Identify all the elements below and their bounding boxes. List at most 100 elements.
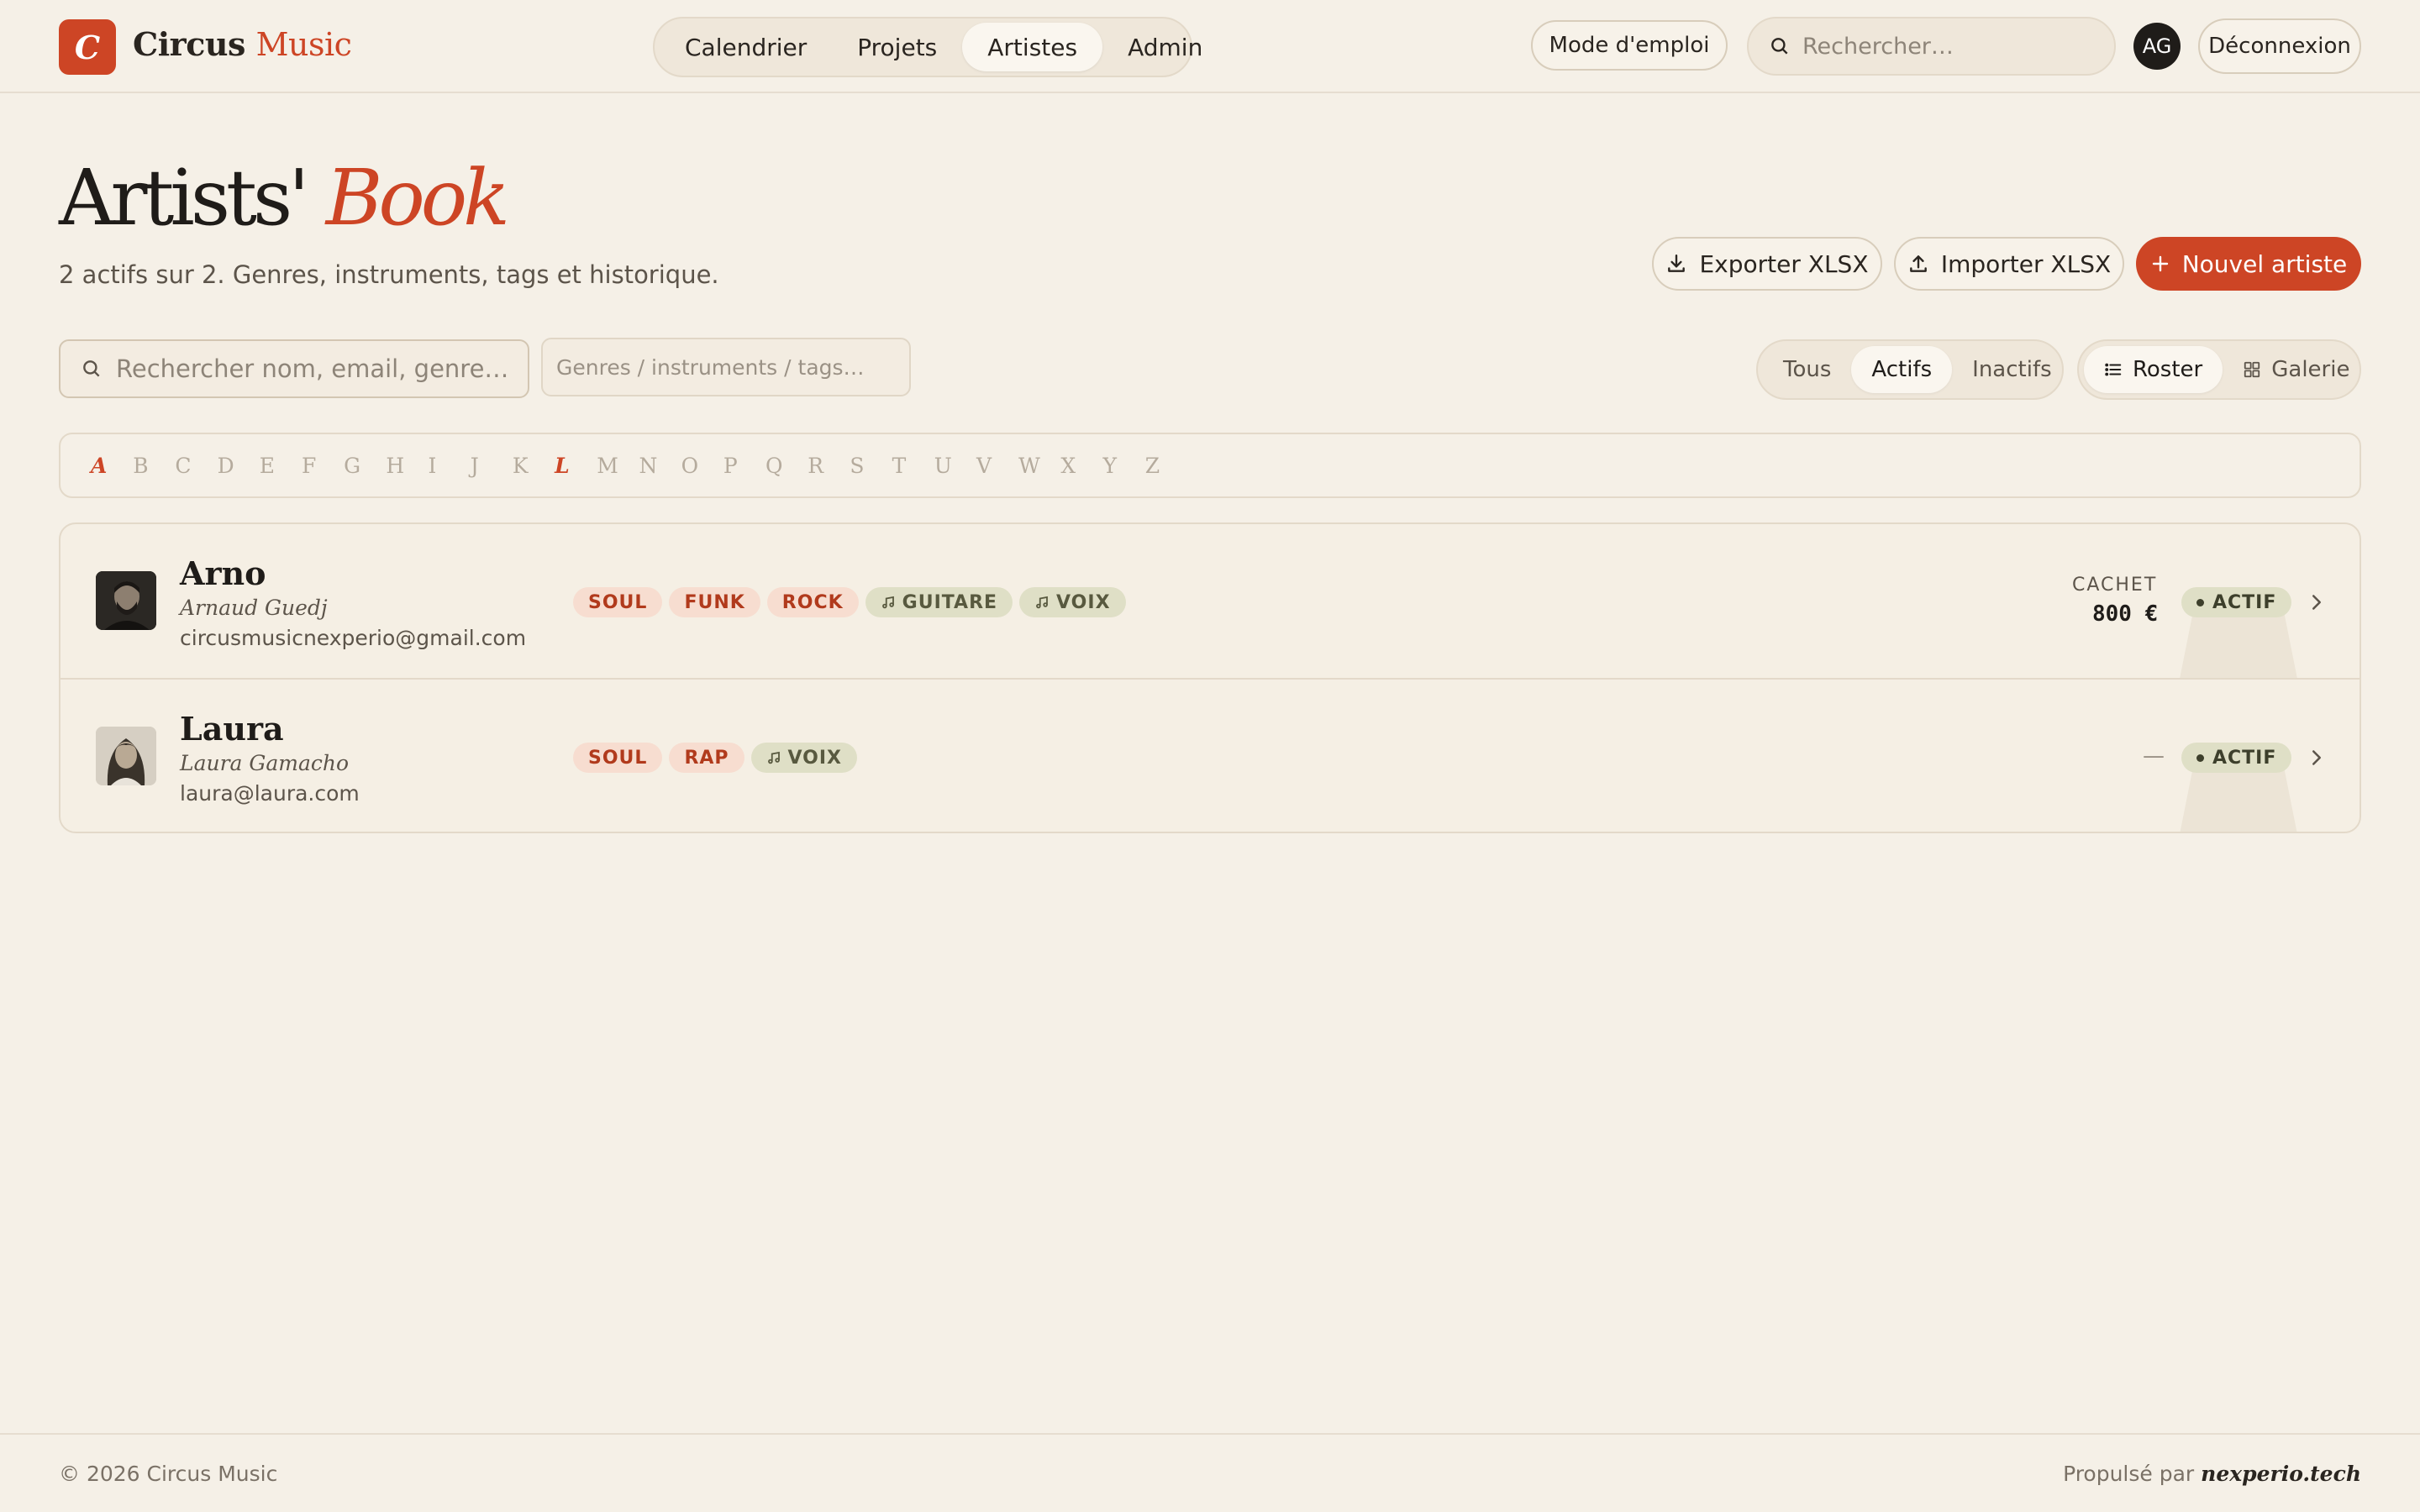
artist-row-laura[interactable]: Laura Laura Gamacho laura@laura.com SOUL… bbox=[60, 678, 2360, 832]
tags-filter-input[interactable] bbox=[556, 354, 901, 380]
plus-icon bbox=[2150, 254, 2170, 274]
genre-tag[interactable]: RAP bbox=[669, 743, 744, 773]
new-artist-label: Nouvel artiste bbox=[2181, 249, 2348, 278]
import-xlsx-button[interactable]: Importer XLSX bbox=[1894, 237, 2124, 291]
page-title-part1: Artists' bbox=[59, 153, 309, 243]
alphabet-letter-o[interactable]: O bbox=[681, 454, 723, 478]
status-badge-label: ACTIF bbox=[2212, 747, 2277, 769]
artist-name[interactable]: Laura bbox=[180, 710, 284, 748]
view-roster[interactable]: Roster bbox=[2084, 346, 2223, 393]
status-badge-label: ACTIF bbox=[2212, 591, 2277, 613]
list-icon bbox=[2104, 360, 2123, 379]
chevron-right-icon[interactable] bbox=[2304, 745, 2329, 770]
status-backdrop bbox=[2180, 608, 2297, 679]
alphabet-letter-g[interactable]: G bbox=[344, 454, 386, 478]
alphabet-letter-k[interactable]: K bbox=[513, 454, 555, 478]
nav-projets[interactable]: Projets bbox=[832, 23, 962, 71]
user-avatar[interactable]: AG bbox=[2133, 23, 2181, 70]
nav-admin[interactable]: Admin bbox=[1102, 23, 1228, 71]
export-xlsx-button[interactable]: Exporter XLSX bbox=[1652, 237, 1882, 291]
status-filter-actifs[interactable]: Actifs bbox=[1851, 346, 1953, 393]
search-icon bbox=[81, 358, 103, 380]
alphabet-letter-v[interactable]: V bbox=[976, 454, 1018, 478]
view-toggle: Roster Galerie bbox=[2077, 339, 2361, 400]
brand-logo[interactable]: C bbox=[59, 19, 116, 75]
upload-icon bbox=[1907, 253, 1929, 275]
download-icon bbox=[1665, 253, 1687, 275]
page-subtitle: 2 actifs sur 2. Genres, instruments, tag… bbox=[59, 260, 719, 289]
alphabet-letter-f[interactable]: F bbox=[302, 454, 344, 478]
alphabet-letter-a[interactable]: A bbox=[91, 454, 133, 478]
alphabet-letter-e[interactable]: E bbox=[260, 454, 302, 478]
alphabet-letter-l[interactable]: L bbox=[555, 454, 597, 478]
export-xlsx-label: Exporter XLSX bbox=[1699, 249, 1869, 278]
alphabet-index: ABCDEFGHIJKLMNOPQRSTUVWXYZ bbox=[59, 433, 2361, 498]
artist-email[interactable]: laura@laura.com bbox=[180, 781, 360, 806]
footer-powered: Propulsé par nexperio.tech bbox=[2063, 1462, 2361, 1486]
cachet-label: CACHET bbox=[2072, 575, 2158, 596]
status-filter-tous[interactable]: Tous bbox=[1763, 346, 1851, 393]
artist-real-name: Laura Gamacho bbox=[180, 751, 350, 775]
genre-tag[interactable]: SOUL bbox=[573, 743, 663, 773]
view-galerie[interactable]: Galerie bbox=[2223, 346, 2370, 393]
logout-button[interactable]: Déconnexion bbox=[2198, 18, 2361, 74]
instrument-tag[interactable]: VOIX bbox=[750, 743, 858, 773]
alphabet-letter-n[interactable]: N bbox=[639, 454, 681, 478]
alphabet-letter-x[interactable]: X bbox=[1060, 454, 1102, 478]
page-footer: © 2026 Circus Music Propulsé par nexperi… bbox=[0, 1433, 2420, 1512]
alphabet-letter-b[interactable]: B bbox=[133, 454, 175, 478]
help-button[interactable]: Mode d'emploi bbox=[1531, 20, 1728, 71]
artist-name[interactable]: Arno bbox=[180, 554, 266, 592]
alphabet-letter-d[interactable]: D bbox=[218, 454, 260, 478]
alphabet-letter-u[interactable]: U bbox=[934, 454, 976, 478]
alphabet-letter-r[interactable]: R bbox=[808, 454, 850, 478]
alphabet-letter-z[interactable]: Z bbox=[1145, 454, 1187, 478]
tags-filter[interactable] bbox=[541, 338, 911, 396]
music-note-icon bbox=[1034, 595, 1050, 610]
alphabet-letter-t[interactable]: T bbox=[892, 454, 934, 478]
footer-copyright: © 2026 Circus Music bbox=[59, 1462, 278, 1486]
artist-search[interactable] bbox=[59, 339, 529, 398]
artist-row-arno[interactable]: Arno Arnaud Guedj circusmusicnexperio@gm… bbox=[60, 524, 2360, 679]
global-search[interactable] bbox=[1747, 17, 2116, 76]
alphabet-letter-y[interactable]: Y bbox=[1103, 454, 1145, 478]
alphabet-letter-h[interactable]: H bbox=[386, 454, 428, 478]
chevron-right-icon[interactable] bbox=[2304, 590, 2329, 615]
alphabet-letter-i[interactable]: I bbox=[429, 454, 471, 478]
music-note-icon bbox=[881, 595, 896, 610]
alphabet-letter-q[interactable]: Q bbox=[765, 454, 808, 478]
artist-search-input[interactable] bbox=[116, 354, 511, 383]
page-title: Artists' Book bbox=[59, 160, 510, 237]
new-artist-button[interactable]: Nouvel artiste bbox=[2136, 237, 2361, 291]
alphabet-letter-w[interactable]: W bbox=[1018, 454, 1060, 478]
nav-artistes[interactable]: Artistes bbox=[962, 23, 1103, 71]
status-backdrop bbox=[2180, 764, 2297, 832]
genre-tag[interactable]: FUNK bbox=[669, 587, 760, 617]
genre-tag[interactable]: SOUL bbox=[573, 587, 663, 617]
footer-powered-link[interactable]: nexperio.tech bbox=[2201, 1462, 2361, 1486]
view-roster-label: Roster bbox=[2133, 357, 2203, 382]
alphabet-letter-c[interactable]: C bbox=[175, 454, 217, 478]
status-filter: Tous Actifs Inactifs bbox=[1756, 339, 2064, 400]
brand-name[interactable]: Circus Music bbox=[133, 25, 352, 63]
status-dot bbox=[2196, 598, 2204, 606]
artist-tags: SOUL RAP VOIX bbox=[573, 743, 858, 773]
footer-powered-prefix: Propulsé par bbox=[2063, 1462, 2195, 1486]
instrument-tag-label: VOIX bbox=[1056, 591, 1111, 613]
instrument-tag[interactable]: VOIX bbox=[1019, 587, 1126, 617]
artist-tags: SOUL FUNK ROCK GUITARE VOIX bbox=[573, 587, 1126, 617]
status-filter-inactifs[interactable]: Inactifs bbox=[1952, 346, 2072, 393]
status-dot bbox=[2196, 753, 2204, 762]
alphabet-letter-m[interactable]: M bbox=[597, 454, 639, 478]
alphabet-letter-s[interactable]: S bbox=[850, 454, 892, 478]
artist-list: Arno Arnaud Guedj circusmusicnexperio@gm… bbox=[59, 522, 2361, 833]
brand-name-part2: Music bbox=[255, 26, 352, 63]
import-xlsx-label: Importer XLSX bbox=[1940, 249, 2112, 278]
global-search-input[interactable] bbox=[1802, 33, 2105, 60]
alphabet-letter-j[interactable]: J bbox=[471, 454, 513, 478]
artist-email[interactable]: circusmusicnexperio@gmail.com bbox=[180, 626, 526, 650]
alphabet-letter-p[interactable]: P bbox=[723, 454, 765, 478]
nav-calendrier[interactable]: Calendrier bbox=[660, 23, 832, 71]
genre-tag[interactable]: ROCK bbox=[766, 587, 859, 617]
instrument-tag[interactable]: GUITARE bbox=[865, 587, 1013, 617]
